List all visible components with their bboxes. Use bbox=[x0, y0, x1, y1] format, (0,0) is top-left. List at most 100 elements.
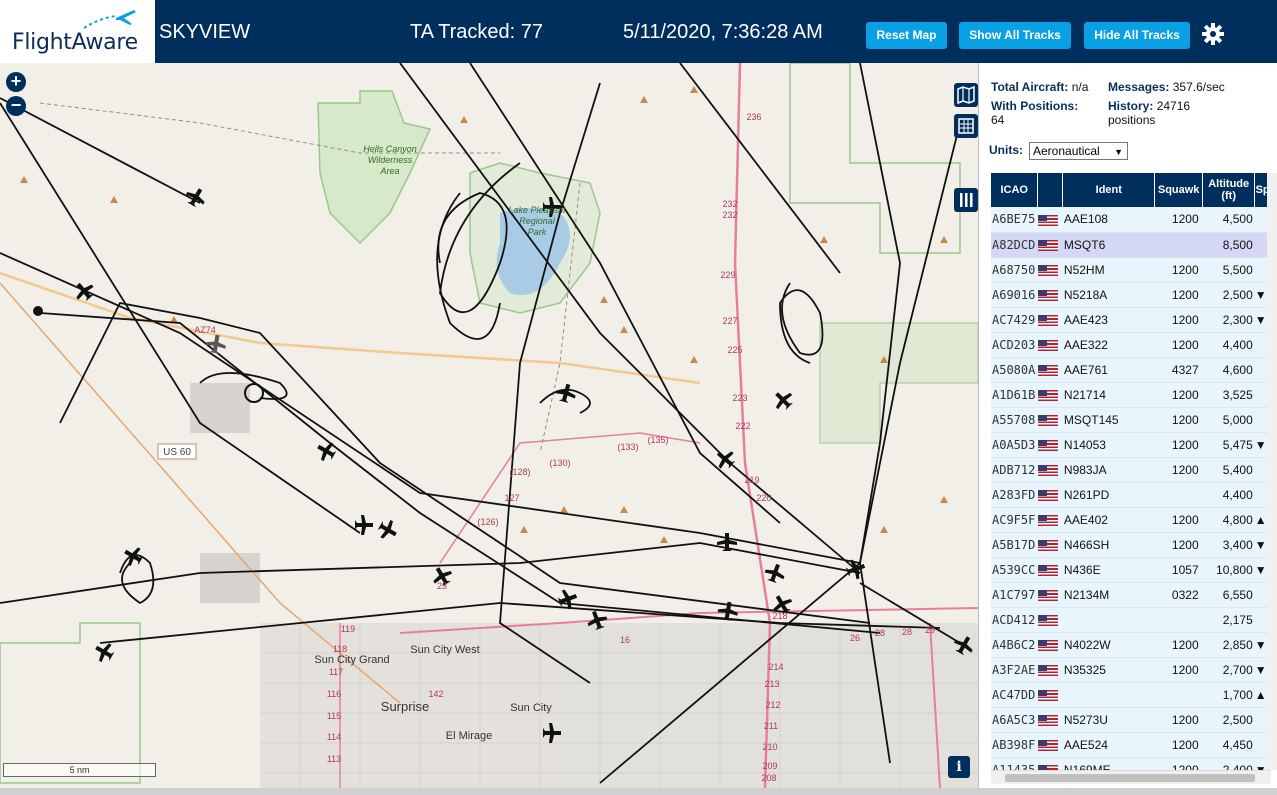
squawk-cell: 1200 bbox=[1154, 382, 1203, 408]
altitude-cell: 5,000 bbox=[1202, 407, 1255, 433]
trail-north bbox=[39, 102, 500, 154]
altitude-cell: 2,500 bbox=[1202, 707, 1255, 733]
svg-text:(130): (130) bbox=[549, 458, 570, 468]
aircraft-row[interactable]: A283FD N261PD 4,400 bbox=[991, 482, 1271, 508]
aircraft-row[interactable]: AC7429 AAE423 1200 2,300 ▼ bbox=[991, 307, 1271, 333]
svg-text:(133): (133) bbox=[617, 442, 638, 452]
reset-map-button[interactable]: Reset Map bbox=[866, 22, 947, 49]
squawk-cell: 1200 bbox=[1154, 632, 1203, 658]
aircraft-row[interactable]: A6A5C3 N5273U 1200 2,500 bbox=[991, 707, 1271, 733]
ident-cell: AAE108 bbox=[1062, 207, 1155, 233]
flag-cell bbox=[1037, 632, 1063, 658]
icao-cell: AC47DD bbox=[991, 682, 1038, 708]
svg-text:Sun City Grand: Sun City Grand bbox=[314, 654, 389, 666]
sidebar-toggle-button[interactable] bbox=[954, 188, 978, 212]
squawk-cell: 0322 bbox=[1154, 582, 1203, 608]
flag-cell bbox=[1037, 682, 1063, 708]
squawk-cell: 1200 bbox=[1154, 732, 1203, 758]
zoom-in-button[interactable]: + bbox=[6, 72, 26, 92]
aircraft-sidebar: Total Aircraft: n/a With Positions: 64 Me… bbox=[978, 63, 1277, 788]
svg-text:El Mirage: El Mirage bbox=[446, 730, 492, 742]
col-ident[interactable]: Ident bbox=[1062, 173, 1156, 207]
altitude-cell: 10,800 bbox=[1202, 557, 1255, 583]
show-all-tracks-button[interactable]: Show All Tracks bbox=[959, 22, 1071, 49]
squawk-cell: 4327 bbox=[1154, 357, 1203, 383]
road-sr74 bbox=[0, 271, 701, 385]
aircraft-row[interactable]: AC47DD 1,700 ▲ bbox=[991, 682, 1271, 708]
svg-text:218: 218 bbox=[772, 611, 787, 621]
ident-cell: N436E bbox=[1062, 557, 1155, 583]
vertical-scrollbar[interactable] bbox=[1267, 173, 1277, 770]
us-flag-icon bbox=[1037, 639, 1058, 651]
svg-text:AZ74: AZ74 bbox=[194, 325, 216, 335]
aircraft-row[interactable]: A3F2AE N35325 1200 2,700 ▼ bbox=[991, 657, 1271, 683]
hide-all-tracks-button[interactable]: Hide All Tracks bbox=[1084, 22, 1190, 49]
with-positions-stat: With Positions: 64 bbox=[991, 99, 1079, 127]
aircraft-row[interactable]: A1D61B N21714 1200 3,525 bbox=[991, 382, 1271, 408]
units-select[interactable]: Aeronautical bbox=[1029, 142, 1128, 160]
us-flag-icon bbox=[1037, 289, 1058, 301]
zoom-out-button[interactable]: − bbox=[6, 96, 26, 116]
altitude-cell: 4,800 bbox=[1202, 507, 1255, 533]
grid-toggle-button[interactable] bbox=[954, 114, 978, 138]
icao-cell: A283FD bbox=[991, 482, 1038, 508]
icao-cell: AC9F5F bbox=[991, 507, 1038, 533]
aircraft-row[interactable]: A68750 N52HM 1200 5,500 bbox=[991, 257, 1271, 283]
us-flag-icon bbox=[1037, 514, 1058, 526]
flightaware-logo[interactable]: FlightAware bbox=[0, 0, 155, 63]
aircraft-row[interactable]: A55708 MSQT145 1200 5,000 bbox=[991, 407, 1271, 433]
altitude-cell: 5,500 bbox=[1202, 257, 1255, 283]
info-button[interactable]: i bbox=[948, 756, 970, 778]
aircraft-row[interactable]: ADB712 N983JA 1200 5,400 bbox=[991, 457, 1271, 483]
svg-text:Hells Canyon: Hells Canyon bbox=[363, 144, 417, 154]
scroll-thumb[interactable] bbox=[1005, 774, 1255, 782]
aircraft-row[interactable]: ACD412 2,175 bbox=[991, 607, 1271, 633]
altitude-cell: 2,175 bbox=[1202, 607, 1255, 633]
icao-cell: A55708 bbox=[991, 407, 1038, 433]
us-flag-icon bbox=[1037, 689, 1058, 701]
svg-text:Wilderness: Wilderness bbox=[368, 155, 413, 165]
park-area-e bbox=[819, 322, 978, 444]
map-view[interactable]: Hells Canyon Wilderness Area Lake Pleasa… bbox=[0, 63, 978, 788]
svg-text:Sun City West: Sun City West bbox=[410, 644, 480, 656]
us-flag-icon bbox=[1037, 739, 1058, 751]
col-altitude[interactable]: Altitude (ft) bbox=[1202, 173, 1256, 207]
aircraft-row[interactable]: A539CC N436E 1057 10,800 ▼ bbox=[991, 557, 1271, 583]
aircraft-row[interactable]: ACD203 AAE322 1200 4,400 bbox=[991, 332, 1271, 358]
svg-text:127: 127 bbox=[504, 493, 519, 503]
svg-text:117: 117 bbox=[329, 667, 343, 677]
aircraft-row[interactable]: A5080A AAE761 4327 4,600 bbox=[991, 357, 1271, 383]
icao-cell: A1D61B bbox=[991, 382, 1038, 408]
aircraft-row[interactable]: A0A5D3 N14053 1200 5,475 ▼ bbox=[991, 432, 1271, 458]
total-aircraft-stat: Total Aircraft: n/a bbox=[991, 80, 1089, 94]
aircraft-row[interactable]: A69016 N5218A 1200 2,500 ▼ bbox=[991, 282, 1271, 308]
aircraft-row[interactable]: A1C797 N2134M 0322 6,550 bbox=[991, 582, 1271, 608]
aircraft-row[interactable]: AB398F AAE524 1200 4,450 bbox=[991, 732, 1271, 758]
map-layers-button[interactable] bbox=[954, 83, 978, 107]
col-flag[interactable] bbox=[1037, 173, 1064, 207]
ident-cell: N14053 bbox=[1062, 432, 1155, 458]
aircraft-row[interactable]: A4B6C2 N4022W 1200 2,850 ▼ bbox=[991, 632, 1271, 658]
col-icao[interactable]: ICAO bbox=[991, 173, 1039, 207]
ident-cell: N261PD bbox=[1062, 482, 1155, 508]
aircraft-row[interactable]: A6BE75 AAE108 1200 4,500 bbox=[991, 207, 1271, 233]
svg-text:223: 223 bbox=[732, 393, 747, 403]
aircraft-table: ICAO Ident Squawk Altitude (ft) Sp A6BE7… bbox=[991, 173, 1271, 783]
us-flag-icon bbox=[1037, 539, 1058, 551]
svg-text:113: 113 bbox=[327, 754, 341, 764]
window-bottom-edge bbox=[0, 788, 1277, 795]
squawk-cell: 1200 bbox=[1154, 457, 1203, 483]
flag-cell bbox=[1037, 257, 1063, 283]
ident-cell: N466SH bbox=[1062, 532, 1155, 558]
svg-text:(128): (128) bbox=[509, 467, 530, 477]
ident-cell: N21714 bbox=[1062, 382, 1155, 408]
svg-text:142: 142 bbox=[428, 689, 443, 699]
altitude-cell: 4,600 bbox=[1202, 357, 1255, 383]
aircraft-row[interactable]: A5B17D N466SH 1200 3,400 ▼ bbox=[991, 532, 1271, 558]
flag-cell bbox=[1037, 482, 1063, 508]
aircraft-row[interactable]: A82DCD MSQT6 8,500 bbox=[991, 232, 1271, 258]
horizontal-scrollbar[interactable] bbox=[991, 770, 1271, 784]
aircraft-row[interactable]: AC9F5F AAE402 1200 4,800 ▲ bbox=[991, 507, 1271, 533]
gear-icon[interactable] bbox=[1201, 22, 1225, 46]
col-squawk[interactable]: Squawk bbox=[1154, 173, 1204, 207]
